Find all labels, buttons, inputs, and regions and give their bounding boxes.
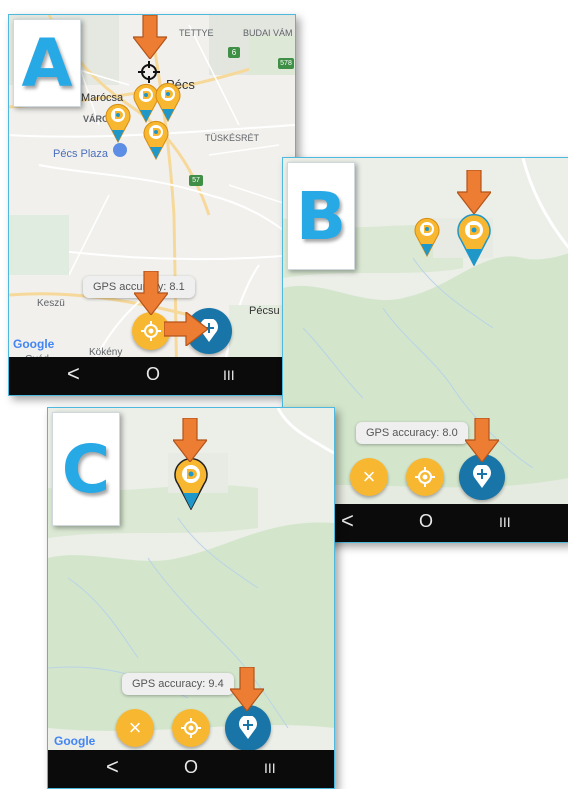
close-icon: ×: [128, 715, 142, 740]
locate-icon: [141, 321, 161, 341]
place-label-budai-vam: BUDAI VÁM: [243, 28, 293, 38]
arrow-indicator: [465, 418, 499, 462]
google-logo: Google: [54, 734, 96, 748]
map-pin[interactable]: [155, 82, 181, 122]
road-shield-6: 6: [228, 47, 240, 58]
nav-recents-icon[interactable]: III: [223, 367, 235, 383]
place-label-keszu: Keszü: [37, 298, 65, 309]
road-shield-57: 57: [189, 175, 203, 186]
map-pin[interactable]: [414, 217, 440, 257]
android-nav-bar: < O III: [9, 357, 295, 395]
crosshair-icon: [138, 61, 160, 83]
add-pin-button[interactable]: [225, 705, 271, 751]
close-icon: ×: [362, 464, 376, 489]
nav-back-icon[interactable]: <: [341, 508, 354, 534]
selected-map-pin[interactable]: [174, 458, 208, 510]
nav-home-icon[interactable]: O: [419, 511, 433, 532]
road-shield-578: 578: [278, 58, 294, 69]
pecs-plaza-icon[interactable]: [113, 143, 127, 157]
google-logo: Google: [13, 337, 55, 351]
cancel-button[interactable]: ×: [350, 458, 388, 496]
nav-back-icon[interactable]: <: [106, 754, 119, 780]
android-nav-bar: < O III: [48, 750, 334, 788]
panel-c: C GPS accuracy: 9.4 × Google < O III: [47, 407, 335, 789]
arrow-indicator: [173, 418, 207, 462]
locate-button[interactable]: [172, 709, 210, 747]
nav-home-icon[interactable]: O: [184, 757, 198, 778]
panel-letter-a: A: [13, 19, 81, 107]
panel-a: TETTYE BUDAI VÁM 6 578 Marócsa VÁROS TÜS…: [8, 14, 296, 396]
map-pin[interactable]: [105, 103, 131, 143]
cancel-button[interactable]: ×: [116, 709, 154, 747]
gps-accuracy-toast: GPS accuracy: 8.0: [356, 422, 468, 444]
place-label-tettye: TETTYE: [179, 28, 214, 38]
nav-home-icon[interactable]: O: [146, 364, 160, 385]
add-location-icon: [239, 716, 257, 739]
place-label-tuskesret: TÜSKÉSRÉT: [205, 133, 260, 143]
panel-letter-b: B: [287, 162, 355, 270]
locate-button[interactable]: [406, 458, 444, 496]
locate-icon: [181, 718, 201, 738]
place-label-pecsu: Pécsu: [249, 305, 280, 317]
nav-back-icon[interactable]: <: [67, 361, 80, 387]
nav-recents-icon[interactable]: III: [499, 514, 511, 530]
arrow-indicator: [457, 170, 491, 214]
arrow-indicator: [230, 667, 264, 711]
arrow-indicator: [134, 271, 168, 315]
arrow-indicator: [164, 312, 208, 346]
place-label-pecs-plaza[interactable]: Pécs Plaza: [53, 148, 108, 160]
locate-icon: [415, 467, 435, 487]
gps-accuracy-toast: GPS accuracy: 9.4: [122, 673, 234, 695]
nav-recents-icon[interactable]: III: [264, 760, 276, 776]
panel-letter-c: C: [52, 412, 120, 526]
map-pin[interactable]: [143, 120, 169, 160]
arrow-indicator: [133, 15, 167, 59]
selected-map-pin[interactable]: [457, 214, 491, 266]
add-location-icon: [473, 465, 491, 488]
